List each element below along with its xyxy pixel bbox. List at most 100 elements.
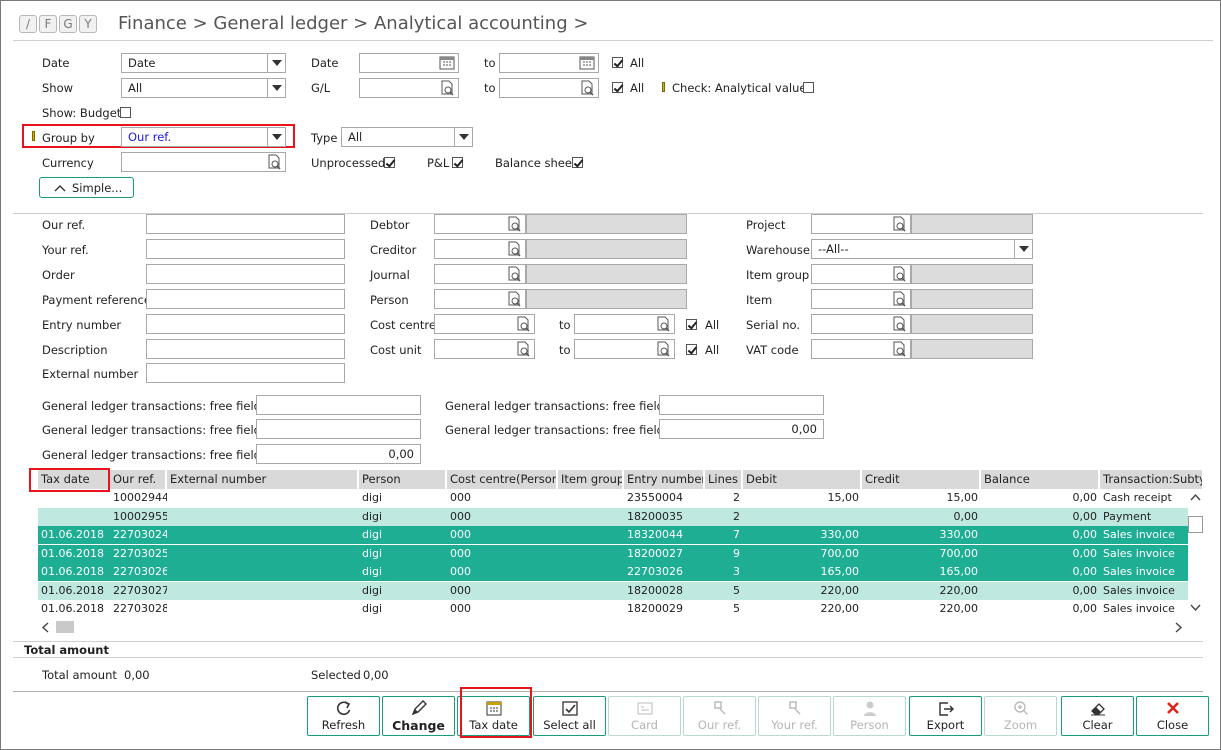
currency-field[interactable]: [121, 152, 286, 172]
shortcut-key[interactable]: /: [19, 15, 37, 33]
column-header-cost-centre[interactable]: Cost centre(Person): [447, 470, 558, 489]
vat-code-field[interactable]: [811, 339, 911, 359]
lookup-icon[interactable]: [579, 80, 595, 96]
cost-unit-from-field[interactable]: [434, 339, 535, 359]
type-select[interactable]: All: [341, 127, 473, 147]
debtor-field[interactable]: [434, 214, 526, 234]
cost-centre-to-field[interactable]: [574, 314, 675, 334]
lookup-icon[interactable]: [655, 316, 671, 332]
lookup-icon[interactable]: [891, 291, 907, 307]
lookup-icon[interactable]: [891, 266, 907, 282]
show-budget-checkbox[interactable]: [120, 107, 131, 118]
vertical-scrollbar[interactable]: [1187, 489, 1204, 619]
date-to-field[interactable]: [499, 53, 599, 73]
item-field[interactable]: [811, 289, 911, 309]
gl-to-field[interactable]: [499, 78, 599, 98]
cost-unit-all-checkbox[interactable]: [686, 344, 697, 355]
lookup-icon[interactable]: [439, 80, 455, 96]
lookup-icon[interactable]: [891, 216, 907, 232]
table-row[interactable]: 01.06.2018 22703028 digi 000 18200029 5 220,00…: [38, 600, 1188, 618]
balance-sheet-checkbox[interactable]: [572, 157, 583, 168]
lookup-icon[interactable]: [506, 216, 522, 232]
chevron-down-icon[interactable]: [1014, 240, 1032, 258]
change-button[interactable]: Change: [382, 696, 455, 736]
simple-toggle-button[interactable]: Simple...: [39, 177, 134, 198]
column-header-lines[interactable]: Lines: [705, 470, 743, 489]
table-row[interactable]: 10002955 digi 000 18200035 2 0,00 0,00 Payment: [38, 507, 1188, 526]
column-header-credit[interactable]: Credit: [862, 470, 981, 489]
your-ref-field[interactable]: [146, 239, 345, 259]
gl-all-checkbox[interactable]: [612, 82, 623, 93]
select-all-button[interactable]: Select all: [533, 696, 606, 736]
calendar-icon[interactable]: [579, 56, 595, 70]
free-field-3-input[interactable]: [256, 419, 421, 439]
column-header-item-group[interactable]: Item group: [558, 470, 624, 489]
creditor-field[interactable]: [434, 239, 526, 259]
refresh-button[interactable]: Refresh: [307, 696, 380, 736]
date-all-checkbox[interactable]: [612, 57, 623, 68]
journal-field[interactable]: [434, 264, 526, 284]
date-from-field[interactable]: [359, 53, 459, 73]
lookup-icon[interactable]: [506, 241, 522, 257]
payment-reference-field[interactable]: [146, 289, 345, 309]
external-number-field[interactable]: [146, 363, 345, 383]
clear-button[interactable]: Clear: [1061, 696, 1134, 736]
our-ref-button[interactable]: Our ref.: [683, 696, 756, 736]
lookup-icon[interactable]: [655, 341, 671, 357]
warehouse-select[interactable]: --All--: [811, 239, 1033, 259]
scroll-thumb[interactable]: [56, 621, 74, 633]
chevron-down-icon[interactable]: [267, 54, 285, 72]
serial-no-field[interactable]: [811, 314, 911, 334]
cost-unit-to-field[interactable]: [574, 339, 675, 359]
lookup-icon[interactable]: [891, 316, 907, 332]
cost-centre-from-field[interactable]: [434, 314, 535, 334]
pl-checkbox[interactable]: [452, 157, 463, 168]
gl-from-field[interactable]: [359, 78, 459, 98]
zoom-button[interactable]: Zoom: [984, 696, 1057, 736]
your-ref-button[interactable]: Your ref.: [758, 696, 831, 736]
free-field-1-input[interactable]: [256, 395, 421, 415]
shortcut-key[interactable]: F: [39, 15, 57, 33]
breadcrumb[interactable]: Finance > General ledger > Analytical ac…: [118, 13, 588, 34]
unprocessed-checkbox[interactable]: [384, 157, 395, 168]
show-select[interactable]: All: [121, 78, 286, 98]
column-header-entry-number[interactable]: Entry number: [624, 470, 705, 489]
shortcut-key[interactable]: G: [59, 15, 77, 33]
free-field-5-input[interactable]: 0,00: [256, 444, 421, 464]
chevron-down-icon[interactable]: [454, 128, 472, 146]
chevron-down-icon[interactable]: [1190, 604, 1201, 612]
cost-centre-all-checkbox[interactable]: [686, 319, 697, 330]
shortcut-key[interactable]: Y: [79, 15, 97, 33]
column-header-balance[interactable]: Balance: [981, 470, 1100, 489]
column-header-our-ref[interactable]: Our ref.: [110, 470, 167, 489]
date-type-select[interactable]: Date: [121, 53, 286, 73]
scroll-thumb[interactable]: [1188, 516, 1203, 533]
project-field[interactable]: [811, 214, 911, 234]
card-button[interactable]: Card: [608, 696, 681, 736]
chevron-right-icon[interactable]: [1175, 622, 1183, 633]
lookup-icon[interactable]: [515, 316, 531, 332]
lookup-icon[interactable]: [506, 291, 522, 307]
horizontal-scrollbar[interactable]: [38, 619, 1188, 635]
table-row[interactable]: 01.06.2018 22703024 digi 000 18320044 7 330,00…: [38, 526, 1188, 544]
order-field[interactable]: [146, 264, 345, 284]
lookup-icon[interactable]: [515, 341, 531, 357]
our-ref-field[interactable]: [146, 214, 345, 234]
column-header-transaction-subtype[interactable]: Transaction:Subtyp: [1100, 470, 1204, 489]
person-field[interactable]: [434, 289, 526, 309]
table-row[interactable]: 01.06.2018 22703025 digi 000 18200027 9 700,00…: [38, 544, 1188, 563]
free-field-2-input[interactable]: [659, 395, 824, 415]
table-row[interactable]: 10002944 digi 000 23550004 2 15,00 15,00 0,00 Ca…: [38, 489, 1188, 507]
lookup-icon[interactable]: [891, 341, 907, 357]
person-button[interactable]: Person: [833, 696, 906, 736]
column-header-person[interactable]: Person: [359, 470, 447, 489]
check-analytical-checkbox[interactable]: [803, 82, 814, 93]
item-group-field[interactable]: [811, 264, 911, 284]
column-header-external-number[interactable]: External number: [167, 470, 359, 489]
table-row[interactable]: 01.06.2018 22703027 digi 000 18200028 5 220,00…: [38, 581, 1188, 600]
lookup-icon[interactable]: [266, 154, 282, 170]
chevron-down-icon[interactable]: [267, 128, 285, 146]
close-button[interactable]: Close: [1136, 696, 1209, 736]
column-header-debit[interactable]: Debit: [743, 470, 862, 489]
chevron-down-icon[interactable]: [267, 79, 285, 97]
